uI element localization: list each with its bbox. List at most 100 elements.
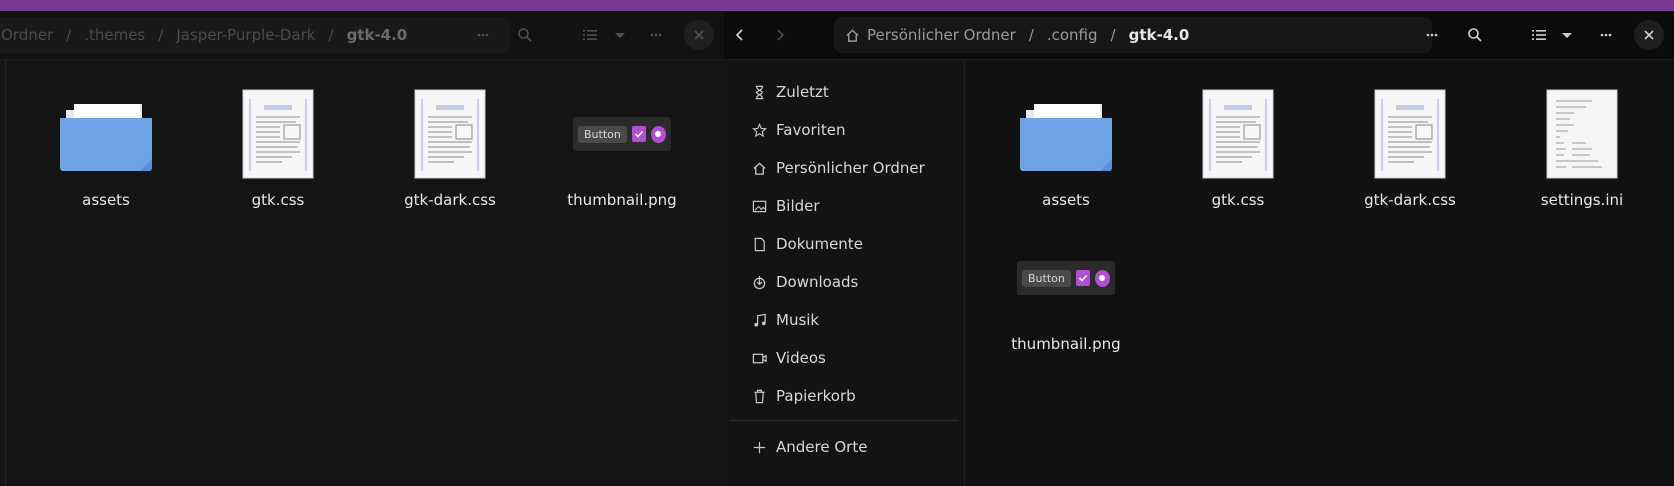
file-item[interactable]: Button thumbnail.png	[1006, 231, 1126, 353]
main-menu-button[interactable]	[641, 20, 671, 50]
breadcrumb-home[interactable]: Persönlicher Ordner	[834, 26, 1027, 44]
sidebar-item-label: Papierkorb	[776, 387, 856, 405]
file-name: thumbnail.png	[567, 191, 677, 209]
chevron-down-icon	[615, 33, 625, 38]
file-manager-window-left: Ordner / .themes / Jasper-Purple-Dark / …	[0, 11, 724, 486]
sidebar-edge	[5, 60, 6, 486]
sidebar-item-downloads[interactable]: Downloads	[724, 265, 964, 299]
forward-button[interactable]	[765, 20, 795, 50]
breadcrumb-item[interactable]: Ordner	[0, 26, 64, 44]
thumbnail-button-label: Button	[578, 125, 627, 143]
sidebar-separator	[730, 420, 958, 421]
file-name: assets	[82, 191, 130, 209]
file-name: settings.ini	[1540, 191, 1624, 209]
file-manager-window-right: Persönlicher Ordner / .config / gtk-4.0	[724, 11, 1674, 486]
breadcrumb-separator: /	[1110, 26, 1116, 44]
file-item[interactable]: assets	[46, 87, 166, 209]
sidebar-item-trash[interactable]: Papierkorb	[724, 379, 964, 413]
plus-icon	[751, 439, 767, 455]
search-icon	[518, 28, 532, 42]
sidebar: Zuletzt Favoriten Persönlicher Ordner Bi…	[724, 60, 965, 486]
sidebar-item-favorites[interactable]: Favoriten	[724, 113, 964, 147]
thumbnail-preview: Button	[573, 117, 671, 151]
main-menu-button[interactable]	[1591, 20, 1621, 50]
close-button[interactable]	[1634, 20, 1664, 50]
breadcrumb-item[interactable]: Jasper-Purple-Dark	[165, 26, 326, 44]
path-bar: Ordner / .themes / Jasper-Purple-Dark / …	[0, 17, 510, 53]
file-name: gtk.css	[1211, 191, 1265, 209]
breadcrumb-current[interactable]: gtk-4.0	[1118, 26, 1201, 44]
breadcrumb-label: Persönlicher Ordner	[867, 26, 1016, 44]
css-file-icon	[390, 87, 510, 181]
chevron-right-icon	[777, 29, 785, 41]
thumbnail-button-label: Button	[1022, 269, 1071, 287]
close-button[interactable]	[684, 20, 714, 50]
list-view-button[interactable]	[1524, 20, 1554, 50]
breadcrumb-current[interactable]: gtk-4.0	[336, 26, 419, 44]
file-name: assets	[1042, 191, 1090, 209]
thumbnail-preview: Button	[1017, 261, 1115, 295]
list-view-icon	[583, 30, 597, 40]
path-menu-button[interactable]	[468, 20, 498, 50]
back-button[interactable]	[725, 20, 755, 50]
sidebar-item-label: Persönlicher Ordner	[776, 159, 925, 177]
close-icon	[1644, 30, 1654, 40]
header-bar: Persönlicher Ordner / .config / gtk-4.0	[724, 11, 1674, 60]
breadcrumb-item[interactable]: .config	[1036, 26, 1109, 44]
more-horizontal-icon	[1600, 33, 1612, 37]
text-file-icon	[1522, 87, 1642, 181]
css-file-icon	[1178, 87, 1298, 181]
desktop-top-bar	[0, 0, 1674, 11]
sidebar-item-label: Andere Orte	[776, 438, 868, 456]
css-file-icon	[218, 87, 338, 181]
file-item[interactable]: settings.ini	[1522, 87, 1642, 209]
path-bar: Persönlicher Ordner / .config / gtk-4.0	[834, 17, 1432, 53]
file-name: gtk-dark.css	[1364, 191, 1456, 209]
more-horizontal-icon	[477, 33, 489, 37]
sidebar-item-label: Bilder	[776, 197, 820, 215]
checkbox-icon	[631, 126, 646, 142]
sidebar-item-videos[interactable]: Videos	[724, 341, 964, 375]
file-name: gtk-dark.css	[404, 191, 496, 209]
sidebar-item-music[interactable]: Musik	[724, 303, 964, 337]
folder-icon	[1006, 87, 1126, 181]
music-icon	[751, 312, 767, 328]
search-button[interactable]	[1460, 20, 1490, 50]
folder-icon	[46, 87, 166, 181]
view-options-button[interactable]	[1552, 20, 1582, 50]
close-icon	[694, 30, 704, 40]
file-item[interactable]: gtk-dark.css	[1350, 87, 1470, 209]
star-icon	[751, 122, 767, 138]
sidebar-item-label: Videos	[776, 349, 826, 367]
image-thumbnail: Button	[1006, 231, 1126, 325]
clock-icon	[751, 84, 767, 100]
sidebar-item-documents[interactable]: Dokumente	[724, 227, 964, 261]
video-icon	[751, 350, 767, 366]
image-thumbnail: Button	[562, 87, 682, 181]
sidebar-item-label: Downloads	[776, 273, 859, 291]
sidebar-item-label: Dokumente	[776, 235, 863, 253]
list-view-button[interactable]	[575, 20, 605, 50]
sidebar-item-recent[interactable]: Zuletzt	[724, 75, 964, 109]
breadcrumb-separator: /	[66, 26, 72, 44]
breadcrumb-separator: /	[1028, 26, 1034, 44]
file-item[interactable]: Button thumbnail.png	[562, 87, 682, 209]
more-horizontal-icon	[1426, 33, 1438, 37]
sidebar-item-label: Favoriten	[776, 121, 846, 139]
search-button[interactable]	[510, 20, 540, 50]
file-item[interactable]: gtk.css	[1178, 87, 1298, 209]
file-item[interactable]: gtk-dark.css	[390, 87, 510, 209]
sidebar-item-home[interactable]: Persönlicher Ordner	[724, 151, 964, 185]
css-file-icon	[1350, 87, 1470, 181]
view-options-button[interactable]	[605, 20, 635, 50]
list-view-icon	[1532, 30, 1546, 40]
sidebar-item-other-locations[interactable]: Andere Orte	[724, 430, 964, 464]
more-horizontal-icon	[650, 33, 662, 37]
sidebar-item-pictures[interactable]: Bilder	[724, 189, 964, 223]
file-item[interactable]: assets	[1006, 87, 1126, 209]
breadcrumb-item[interactable]: .themes	[73, 26, 156, 44]
path-menu-button[interactable]	[1417, 20, 1447, 50]
file-item[interactable]: gtk.css	[218, 87, 338, 209]
trash-icon	[751, 388, 767, 404]
sidebar-item-label: Zuletzt	[776, 83, 829, 101]
